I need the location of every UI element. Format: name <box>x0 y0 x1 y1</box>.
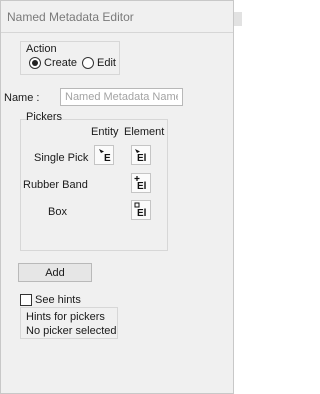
editor-panel: Named Metadata Editor Action Create Edit… <box>0 0 234 394</box>
radio-create-label[interactable]: Create <box>44 57 77 69</box>
element-single-pick-button[interactable]: El <box>131 145 151 165</box>
radio-edit[interactable] <box>82 57 94 69</box>
see-hints-label[interactable]: See hints <box>35 294 81 306</box>
radio-create[interactable] <box>29 57 41 69</box>
row-label-box: Box <box>48 206 67 218</box>
element-rubber-band-button[interactable]: El <box>131 173 151 193</box>
window-title: Named Metadata Editor <box>1 1 233 33</box>
name-label: Name : <box>4 92 40 104</box>
svg-text:El: El <box>137 181 147 192</box>
box-pick-icon: El <box>134 202 147 219</box>
svg-text:El: El <box>137 208 147 219</box>
entity-single-pick-button[interactable]: E <box>94 145 114 165</box>
action-group-label: Action <box>26 43 57 55</box>
col-header-element: Element <box>124 126 165 138</box>
name-input[interactable] <box>60 88 183 106</box>
rubber-band-pick-icon: El <box>134 176 147 192</box>
scrollbar-stub <box>234 12 242 26</box>
svg-text:El: El <box>137 153 147 164</box>
row-label-single-pick: Single Pick <box>34 152 89 164</box>
col-header-entity: Entity <box>91 126 119 138</box>
element-box-button[interactable]: El <box>131 200 151 220</box>
element-pick-icon: El <box>135 149 147 164</box>
hints-text: No picker selected <box>26 325 117 337</box>
entity-pick-icon: E <box>99 149 111 164</box>
see-hints-checkbox[interactable] <box>20 294 32 306</box>
svg-text:E: E <box>104 153 111 164</box>
row-label-rubber-band: Rubber Band <box>23 179 88 191</box>
hints-title: Hints for pickers <box>26 311 105 323</box>
add-button[interactable]: Add <box>18 263 92 282</box>
pickers-group-label: Pickers <box>26 111 63 123</box>
radio-edit-label[interactable]: Edit <box>97 57 116 69</box>
